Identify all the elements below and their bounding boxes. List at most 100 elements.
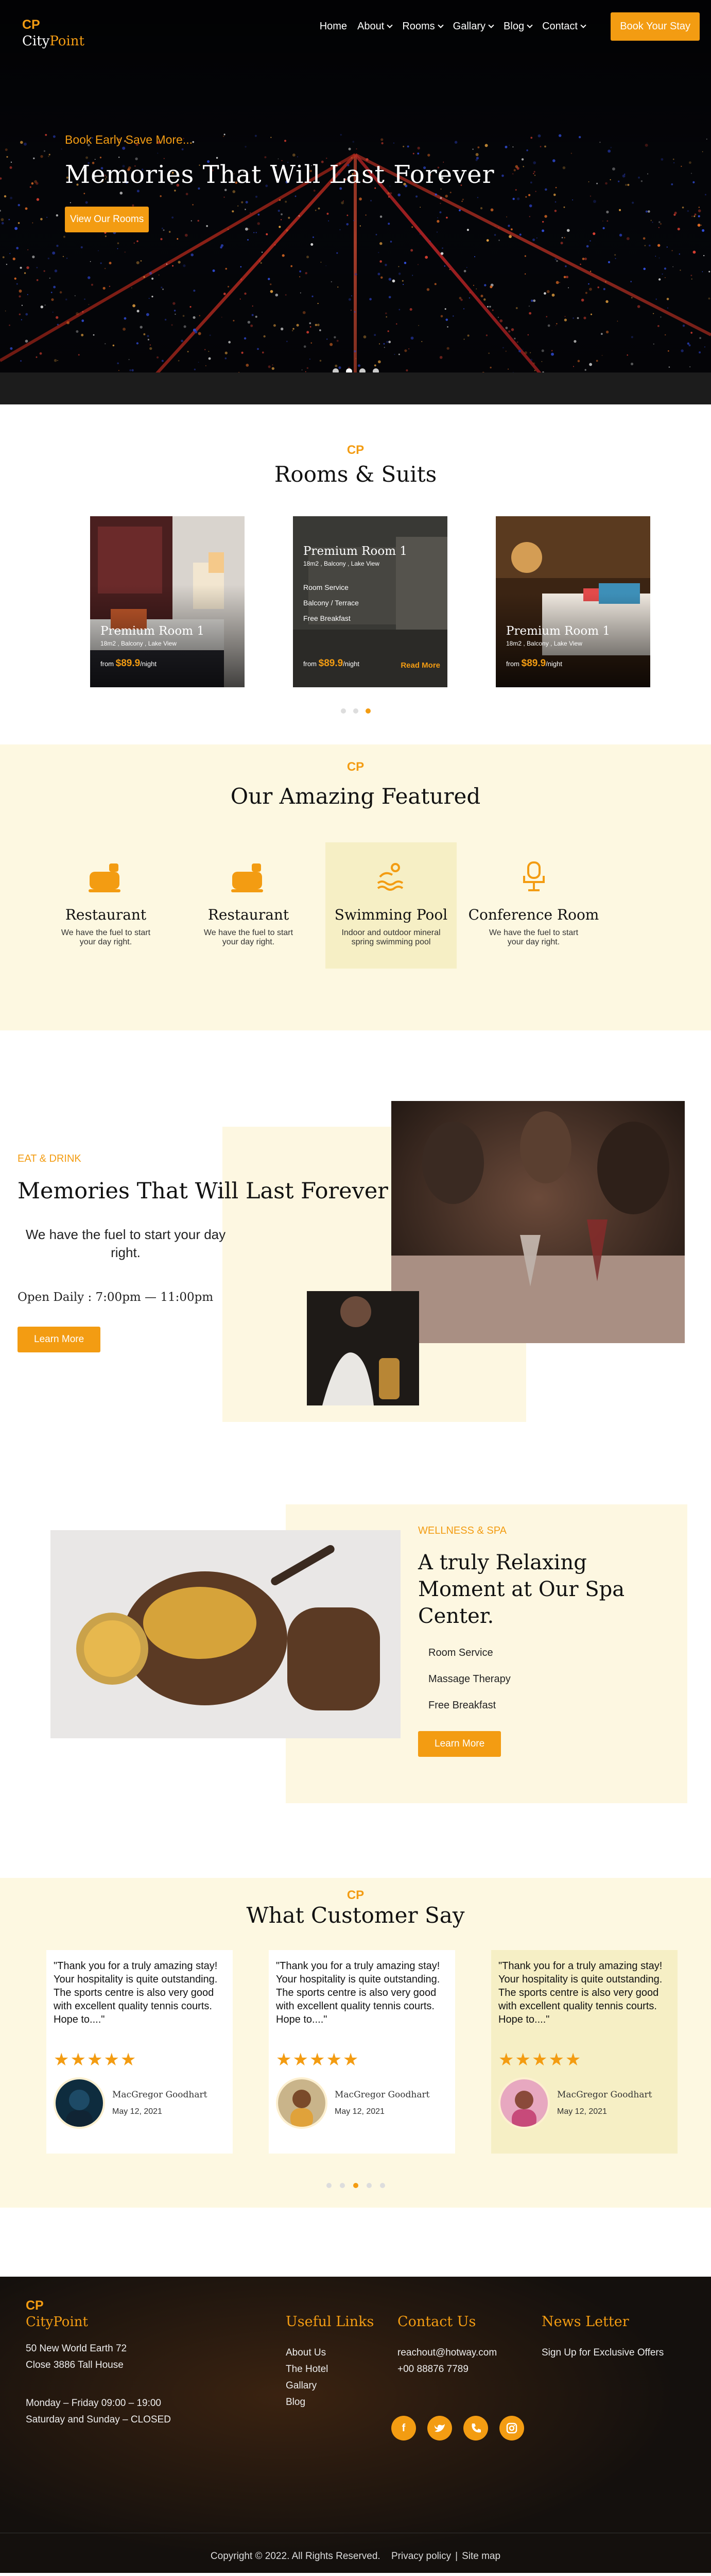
testimonial-author: MacGregor Goodhart May 12, 2021 (276, 2077, 448, 2129)
slider-dot[interactable] (353, 708, 358, 714)
price-value: $89.9 (318, 658, 343, 669)
nav-blog[interactable]: Blog (504, 21, 533, 32)
newsletter-title: News Letter (542, 2314, 629, 2330)
spa-learn-more-button[interactable]: Learn More (418, 1731, 501, 1757)
author-info: MacGregor Goodhart May 12, 2021 (335, 2090, 429, 2116)
eat-learn-more-button[interactable]: Learn More (18, 1327, 101, 1353)
hours-line: Saturday and Sunday – CLOSED (26, 2414, 171, 2425)
kettle-icon (40, 857, 171, 897)
feature-desc: We have the fuel to start your day right… (489, 928, 579, 946)
spa-photo (50, 1530, 401, 1738)
feature-desc: We have the fuel to start your day right… (61, 928, 151, 946)
footer-links: Useful Links About Us The Hotel Gallary … (286, 2314, 374, 2413)
room-feature: Free Breakfast (303, 614, 351, 622)
spa-section: WELLNESS & SPA A truly Relaxing Moment a… (0, 1504, 711, 1878)
contact-phone[interactable]: +00 88876 7789 (397, 2364, 497, 2375)
nav-contact[interactable]: Contact (542, 21, 586, 32)
nav-contact-label: Contact (542, 21, 578, 32)
feature-title: Restaurant (65, 906, 147, 923)
eat-drink-section: EAT & DRINK Memories That Will Last Fore… (0, 1030, 711, 1507)
nav-rooms[interactable]: Rooms (402, 21, 444, 32)
twitter-icon[interactable] (427, 2416, 452, 2441)
chevron-down-icon (527, 22, 533, 28)
eat-desc: We have the fuel to start your day right… (25, 1227, 226, 1261)
review-date: May 12, 2021 (112, 2107, 162, 2116)
feature-card-highlight: Swimming Pool Indoor and outdoor mineral… (325, 842, 457, 969)
footer: CP CityPoint 50 New World Earth 72 Close… (0, 2277, 711, 2573)
section-cp-mark: CP (346, 443, 365, 457)
book-your-stay-button[interactable]: Book Your Stay (611, 12, 700, 41)
eat-title: Memories That Will Last Forever (18, 1178, 388, 1204)
testimonials-section: CP What Customer Say "Thank you for a tr… (0, 1878, 711, 2208)
chevron-down-icon (438, 22, 444, 28)
address-line: 50 New World Earth 72 (26, 2343, 127, 2354)
hero-title: Memories That Will Last Forever (65, 160, 495, 189)
room-name: Premium Room 1 (303, 545, 407, 558)
testimonial-author: MacGregor Goodhart May 12, 2021 (54, 2077, 226, 2129)
testimonials-carousel: "Thank you for a truly amazing stay! You… (46, 1950, 678, 2154)
footer-address: 50 New World Earth 72 Close 3886 Tall Ho… (26, 2343, 171, 2371)
slider-dot-active[interactable] (365, 708, 371, 714)
footer-link-hotel[interactable]: The Hotel (286, 2364, 374, 2375)
author-name: MacGregor Goodhart (335, 2090, 430, 2100)
testimonial-card-highlight: "Thank you for a truly amazing stay! You… (491, 1950, 678, 2154)
top-navbar: CP CityPoint Home About Rooms Gallary Bl… (0, 0, 711, 52)
footer-link-gallary[interactable]: Gallary (286, 2380, 374, 2392)
room-price: from $89.9/night (506, 658, 562, 669)
facebook-icon[interactable]: f (391, 2416, 416, 2441)
price-prefix: from (100, 660, 114, 668)
view-rooms-button[interactable]: View Our Rooms (65, 207, 149, 232)
footer-link-about[interactable]: About Us (286, 2347, 374, 2359)
drink-photo (307, 1291, 419, 1405)
instagram-icon[interactable] (499, 2416, 524, 2441)
logo-text: CityPoint (26, 2314, 171, 2330)
room-card[interactable]: Premium Room 1 18m2 , Balcony , Lake Vie… (496, 516, 650, 687)
hero-subtitle: Book Early Save More... (65, 133, 193, 146)
spa-tag: WELLNESS & SPA (418, 1525, 507, 1536)
testimonial-quote: "Thank you for a truly amazing stay! You… (276, 1960, 440, 2025)
copyright-bar: Copyright © 2022. All Rights Reserved. P… (0, 2551, 711, 2562)
room-card[interactable]: Premium Room 1 18m2 , Balcony , Lake Vie… (90, 516, 245, 687)
separator: | (455, 2551, 458, 2562)
slider-dot[interactable] (340, 708, 346, 714)
slider-dot-active[interactable] (353, 2183, 358, 2188)
logo[interactable]: CP CityPoint (22, 19, 84, 49)
section-cp-mark: CP (346, 760, 365, 774)
slider-dot[interactable] (379, 2183, 385, 2188)
nav-home[interactable]: Home (320, 21, 347, 32)
testimonial-card: "Thank you for a truly amazing stay! You… (269, 1950, 455, 2154)
newsletter-text: Sign Up for Exclusive Offers (542, 2347, 664, 2358)
contact-email[interactable]: reachout@hotway.com (397, 2347, 497, 2359)
price-value: $89.9 (115, 658, 141, 669)
room-card-active[interactable]: Premium Room 1 18m2 , Balcony , Lake Vie… (293, 516, 447, 687)
footer-hours: Monday – Friday 09:00 – 19:00 Saturday a… (26, 2398, 171, 2426)
testimonials-slider-dots (0, 2183, 711, 2188)
nav-home-label: Home (319, 21, 348, 32)
slider-dot[interactable] (366, 2183, 372, 2188)
nav-gallary-label: Gallary (453, 21, 486, 32)
nav-about[interactable]: About (357, 21, 393, 32)
main-menu: Home About Rooms Gallary Blog Contact (320, 21, 586, 32)
read-more-link[interactable]: Read More (401, 661, 440, 670)
footer-link-blog[interactable]: Blog (286, 2397, 374, 2408)
sitemap-link[interactable]: Site map (462, 2551, 500, 2562)
phone-icon[interactable] (463, 2416, 488, 2441)
spa-list-item: Free Breakfast (428, 1700, 496, 1711)
nav-gallary[interactable]: Gallary (453, 21, 494, 32)
feature-desc: We have the fuel to start your day right… (203, 928, 293, 946)
room-meta: 18m2 , Balcony , Lake View (303, 560, 379, 567)
footer-logo[interactable]: CP CityPoint (26, 2299, 171, 2330)
price-suffix: /night (546, 660, 562, 668)
slider-dot[interactable] (326, 2183, 332, 2188)
feature-title: Restaurant (207, 906, 289, 923)
feature-desc: Indoor and outdoor mineral spring swimmi… (341, 928, 441, 946)
links-title: Useful Links (286, 2314, 374, 2330)
avatar (54, 2077, 105, 2129)
footer-brand: CP CityPoint 50 New World Earth 72 Close… (26, 2299, 171, 2431)
rooms-slider-dots (0, 708, 711, 714)
section-title: What Customer Say (246, 1903, 465, 1928)
privacy-link[interactable]: Privacy policy (391, 2551, 451, 2562)
slider-dot[interactable] (339, 2183, 345, 2188)
price-prefix: from (303, 660, 317, 668)
contact-title: Contact Us (397, 2314, 476, 2330)
